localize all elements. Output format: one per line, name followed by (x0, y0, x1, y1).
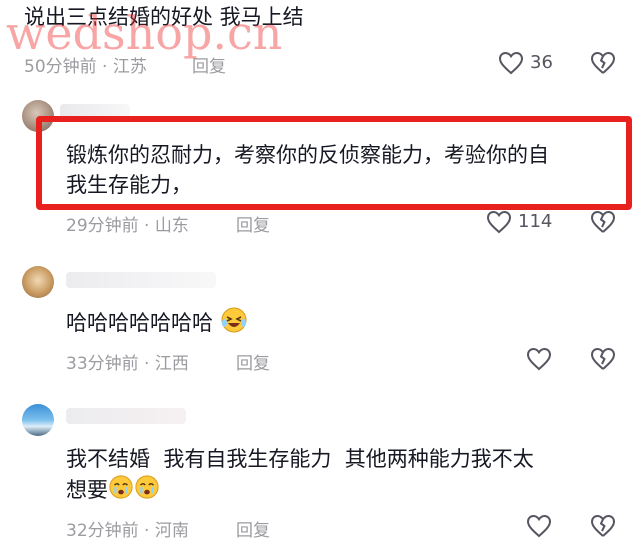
comment-location: 河南 (154, 521, 189, 541)
username-blurred (66, 272, 216, 288)
comment-location: 山东 (154, 216, 189, 236)
comment-time: 29分钟前 (66, 216, 139, 236)
comment-4-text-line2-row: 想要 (66, 474, 160, 508)
meta-separator: · (96, 57, 113, 77)
broken-heart-icon[interactable] (590, 514, 616, 538)
meta-separator: · (138, 216, 155, 236)
crying-emoji-icon (108, 474, 134, 508)
broken-heart-icon[interactable] (590, 210, 616, 234)
comment-3-text-row: 哈哈哈哈哈哈哈 (66, 306, 248, 342)
comment-4-meta: 32分钟前 · 河南 (66, 516, 189, 541)
broken-heart-icon[interactable] (590, 347, 616, 371)
comment-time: 50分钟前 (24, 57, 97, 77)
comment-2-text-line1: 锻炼你的忍耐力，考察你的反侦察能力，考验你的自 (66, 143, 549, 167)
comment-3-reply-button[interactable]: 回复 (236, 349, 270, 374)
avatar[interactable] (22, 404, 54, 436)
like-count: 36 (530, 52, 553, 73)
crying-emoji-icon (134, 474, 160, 508)
meta-separator: · (138, 354, 155, 374)
comment-4-reply-button[interactable]: 回复 (236, 516, 270, 541)
broken-heart-icon[interactable] (590, 51, 616, 75)
heart-outline-icon[interactable] (526, 514, 552, 538)
meta-separator: · (138, 521, 155, 541)
heart-outline-icon[interactable] (526, 347, 552, 371)
comment-2-text-line2: 我生存能力， (66, 173, 192, 197)
avatar[interactable] (22, 266, 54, 298)
comment-2-meta: 29分钟前 · 山东 (66, 211, 189, 236)
comment-location: 江苏 (112, 57, 147, 77)
heart-outline-icon[interactable] (486, 210, 512, 234)
comment-3-text: 哈哈哈哈哈哈哈 (66, 311, 213, 335)
comment-2-reply-button[interactable]: 回复 (236, 211, 270, 236)
username-blurred (66, 408, 186, 424)
comment-location: 江西 (154, 354, 189, 374)
comment-3-meta: 33分钟前 · 江西 (66, 349, 189, 374)
watermark: wedshop.cn (6, 6, 283, 60)
comment-4-text-line2: 想要 (66, 478, 108, 502)
comment-time: 32分钟前 (66, 521, 139, 541)
laughing-emoji-icon (220, 306, 248, 342)
like-count: 114 (518, 211, 553, 232)
comment-4-text-line1: 我不结婚 我有自我生存能力 其他两种能力我不太 (66, 447, 534, 471)
comment-time: 33分钟前 (66, 354, 139, 374)
heart-outline-icon[interactable] (498, 51, 524, 75)
